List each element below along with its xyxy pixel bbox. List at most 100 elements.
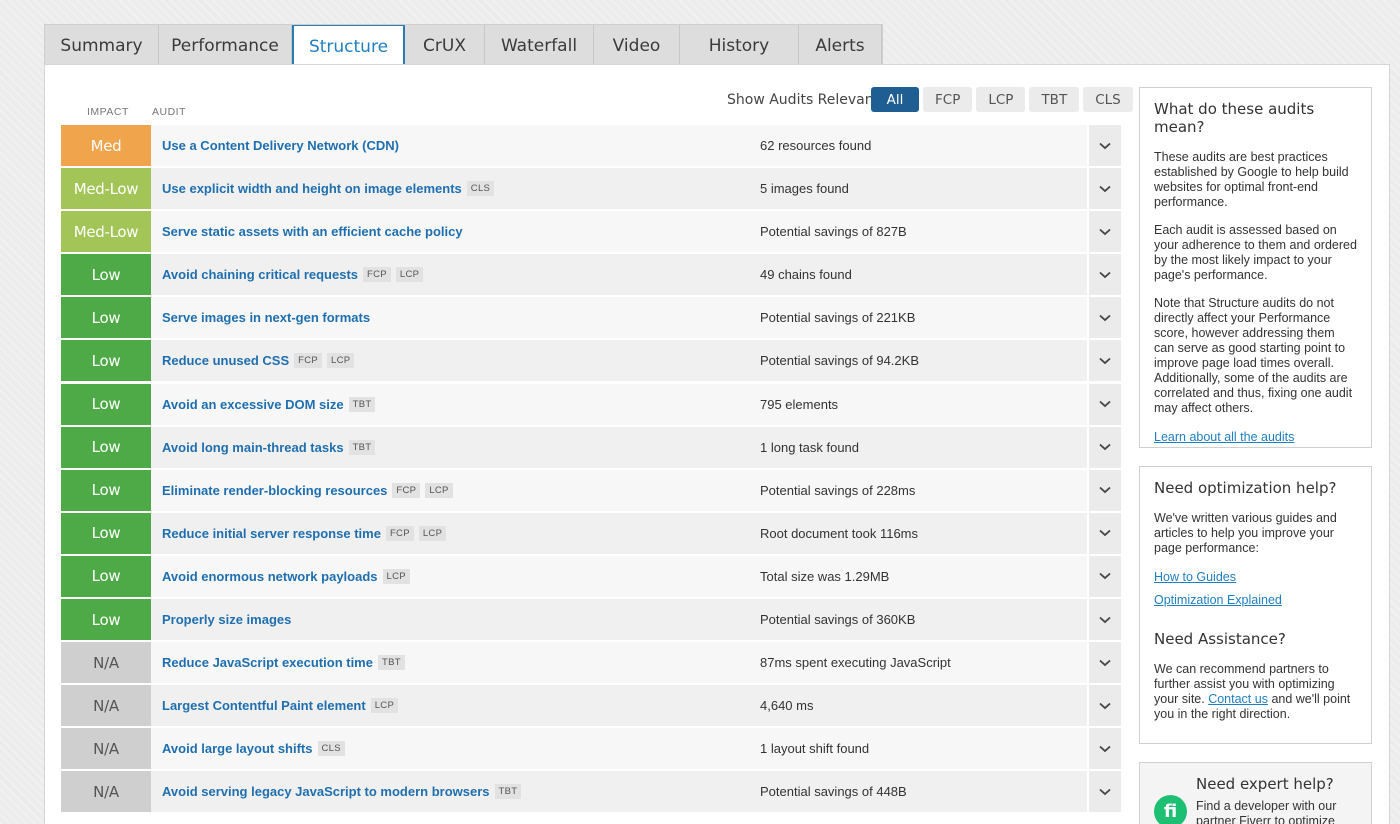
metric-tag: FCP	[385, 525, 414, 541]
audit-title-link[interactable]: Avoid long main-thread tasks	[162, 440, 344, 455]
audit-title-link[interactable]: Avoid serving legacy JavaScript to moder…	[162, 784, 490, 799]
expand-button[interactable]	[1087, 555, 1121, 597]
metric-tag: LCP	[370, 698, 399, 714]
expand-button[interactable]	[1087, 512, 1121, 554]
tab-summary[interactable]: Summary	[45, 25, 159, 66]
audit-row[interactable]: Low Avoid enormous network payloads LCP Tot…	[61, 555, 1121, 597]
audit-finding: Potential savings of 228ms	[760, 482, 916, 498]
impact-badge: Low	[61, 426, 151, 468]
audit-cell: Reduce initial server response time FCP LC…	[151, 513, 760, 554]
expand-button[interactable]	[1087, 168, 1121, 210]
metric-tag: LCP	[327, 353, 355, 369]
impact-badge: N/A	[61, 771, 151, 813]
expand-button[interactable]	[1087, 771, 1121, 813]
tab-bar: Summary Performance Structure CrUX Waterfall…	[44, 24, 883, 67]
filter-lcp-button[interactable]: LCP	[976, 87, 1026, 112]
audit-title-link[interactable]: Use a Content Delivery Network (CDN)	[162, 138, 399, 153]
audit-row[interactable]: Low Avoid an excessive DOM size TBT 795 ele…	[61, 383, 1121, 425]
expand-button[interactable]	[1087, 728, 1121, 770]
audit-title-link[interactable]: Avoid an excessive DOM size	[162, 397, 344, 412]
expand-button[interactable]	[1087, 211, 1121, 253]
audit-row[interactable]: Low Properly size images Potential savings…	[61, 599, 1121, 641]
assistance-title: Need Assistance?	[1154, 630, 1286, 648]
metric-tag: LCP	[425, 482, 453, 498]
audit-finding: 1 long task found	[760, 439, 860, 455]
audit-row[interactable]: N/A Largest Contentful Paint element LCP 4,…	[61, 685, 1121, 727]
audit-finding: 49 chains found	[760, 267, 852, 283]
chevron-down-icon	[1099, 228, 1111, 235]
audit-title-link[interactable]: Serve images in next-gen formats	[162, 310, 370, 325]
optimization-help-box: Need optimization help? We've written va…	[1139, 466, 1372, 744]
learn-audits-link[interactable]: Learn about all the audits	[1154, 430, 1294, 444]
tab-video[interactable]: Video	[594, 25, 680, 66]
audit-cell: Avoid long main-thread tasks TBT	[151, 427, 760, 468]
metric-tag: FCP	[363, 267, 391, 283]
impact-badge: Med-Low	[61, 168, 151, 210]
expand-button[interactable]	[1087, 383, 1121, 425]
filter-cls-button[interactable]: CLS	[1083, 87, 1133, 112]
audit-row[interactable]: Med-Low Use explicit width and height on …	[61, 168, 1121, 210]
expand-button[interactable]	[1087, 254, 1121, 296]
audit-row[interactable]: Low Reduce initial server response time FC…	[61, 512, 1121, 554]
audit-title-link[interactable]: Properly size images	[162, 612, 291, 627]
audit-title-link[interactable]: Reduce initial server response time	[162, 526, 381, 541]
filter-tbt-button[interactable]: TBT	[1029, 87, 1080, 112]
audit-title-link[interactable]: Reduce JavaScript execution time	[162, 655, 373, 670]
audit-title-link[interactable]: Largest Contentful Paint element	[162, 698, 366, 713]
chevron-down-icon	[1099, 314, 1111, 322]
expand-button[interactable]	[1087, 642, 1121, 684]
optimization-explained-link[interactable]: Optimization Explained	[1154, 593, 1282, 607]
metric-tag: LCP	[395, 267, 424, 283]
metric-tag: TBT	[494, 784, 522, 800]
expert-help-title: Need expert help?	[1196, 775, 1334, 793]
tab-waterfall[interactable]: Waterfall	[485, 25, 594, 66]
assistance-text: We can recommend partners to further ass…	[1154, 662, 1351, 721]
contact-us-link[interactable]: Contact us	[1208, 692, 1268, 706]
expand-button[interactable]	[1087, 340, 1121, 382]
audit-title-link[interactable]: Avoid chaining critical requests	[162, 267, 358, 282]
audit-row[interactable]: N/A Reduce JavaScript execution time TBT 87…	[61, 642, 1121, 684]
tab-performance[interactable]: Performance	[159, 25, 292, 66]
expand-button[interactable]	[1087, 125, 1121, 166]
impact-badge: Low	[61, 340, 151, 382]
audit-title-link[interactable]: Reduce unused CSS	[162, 353, 289, 368]
audit-row[interactable]: Low Avoid chaining critical requests FCP LC…	[61, 254, 1121, 296]
metric-tag: FCP	[294, 353, 323, 369]
audit-row[interactable]: N/A Avoid large layout shifts CLS 1 layout …	[61, 728, 1121, 770]
audit-title-link[interactable]: Serve static assets with an efficient ca…	[162, 224, 463, 239]
impact-badge: Low	[61, 599, 151, 641]
expand-button[interactable]	[1087, 297, 1121, 339]
how-to-guides-link[interactable]: How to Guides	[1154, 570, 1236, 584]
audit-row[interactable]: Med Use a Content Delivery Network (CDN) 6…	[61, 125, 1121, 166]
audit-row[interactable]: N/A Avoid serving legacy JavaScript to mo…	[61, 771, 1121, 813]
audit-title-link[interactable]: Avoid enormous network payloads	[162, 569, 378, 584]
chevron-down-icon	[1099, 702, 1111, 709]
tab-structure[interactable]: Structure	[292, 25, 405, 67]
chevron-down-icon	[1099, 788, 1111, 796]
metric-tag: LCP	[418, 525, 447, 541]
impact-badge: Med-Low	[61, 211, 151, 253]
audit-title-link[interactable]: Eliminate render-blocking resources	[162, 483, 387, 498]
expand-button[interactable]	[1087, 426, 1121, 468]
expand-button[interactable]	[1087, 685, 1121, 727]
audit-row[interactable]: Low Serve images in next-gen formats Poten…	[61, 297, 1121, 339]
filter-all-button[interactable]: All	[871, 87, 919, 112]
audit-title-link[interactable]: Avoid large layout shifts	[162, 741, 313, 756]
expand-button[interactable]	[1087, 469, 1121, 511]
expand-button[interactable]	[1087, 599, 1121, 641]
audit-finding: Potential savings of 827B	[760, 224, 907, 240]
tab-history[interactable]: History	[680, 25, 799, 66]
audit-cell: Avoid enormous network payloads LCP	[151, 556, 760, 597]
audit-row[interactable]: Low Reduce unused CSS FCP LCP Potential savi…	[61, 340, 1121, 382]
impact-badge: Low	[61, 512, 151, 554]
impact-badge: Low	[61, 254, 151, 296]
audit-row[interactable]: Low Eliminate render-blocking resources FC…	[61, 469, 1121, 511]
audit-row[interactable]: Low Avoid long main-thread tasks TBT 1 long…	[61, 426, 1121, 468]
audit-title-link[interactable]: Use explicit width and height on image e…	[162, 181, 462, 196]
expert-help-box: fi Need expert help? Find a developer wi…	[1139, 762, 1372, 824]
tab-crux[interactable]: CrUX	[405, 25, 485, 66]
audit-cell: Serve static assets with an efficient ca…	[151, 211, 760, 252]
tab-alerts[interactable]: Alerts	[799, 25, 882, 66]
filter-fcp-button[interactable]: FCP	[923, 87, 973, 112]
audit-row[interactable]: Med-Low Serve static assets with an effic…	[61, 211, 1121, 253]
